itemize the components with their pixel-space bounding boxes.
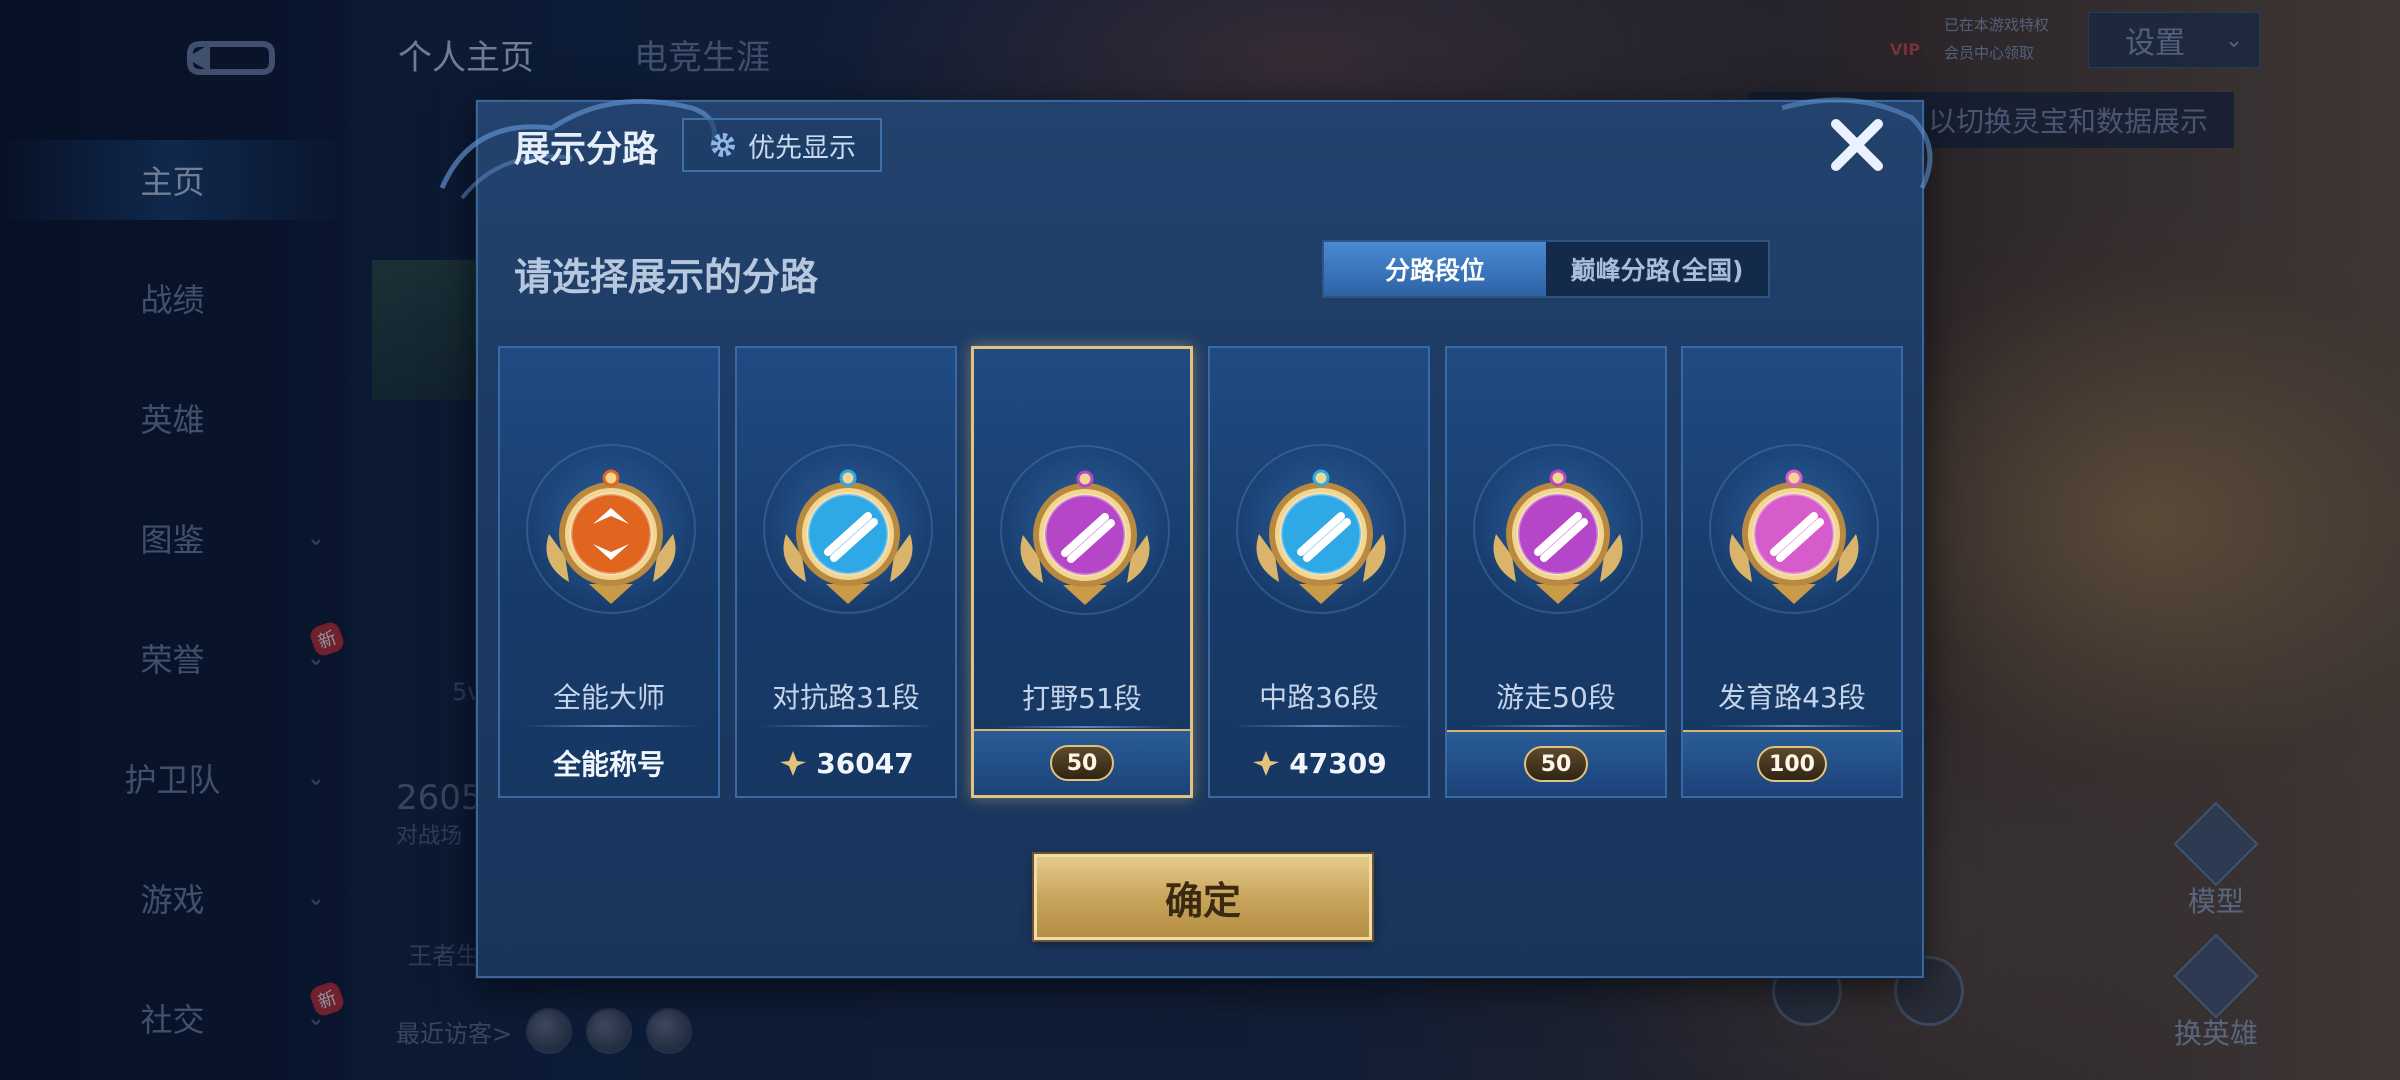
- dialog-subtitle: 请选择展示的分路: [514, 255, 819, 299]
- lane-card-list: 全能大师 全能称号 对抗路31段 36047 打野51段 50 中路36段 47309 游走50…: [498, 346, 1908, 798]
- clash-lane-emblem-icon: [783, 469, 913, 604]
- all-round-master-emblem-icon: [546, 469, 676, 604]
- peak-score-icon: [1253, 751, 1280, 776]
- farm-lane-emblem-icon: [1729, 469, 1859, 604]
- dialog-title: 展示分路: [514, 129, 659, 170]
- lane-card-footer: 47309: [1210, 730, 1428, 796]
- close-icon[interactable]: [1826, 114, 1888, 176]
- divider: [1707, 725, 1881, 727]
- divider: [1234, 725, 1408, 727]
- divider: [524, 725, 698, 727]
- divider: [998, 726, 1172, 728]
- lane-display-dialog: 展示分路 优先显示 请选择展示的分路 分路段位 巅峰分路(全国) 全能大师全能称…: [439, 97, 1933, 978]
- divider: [1471, 725, 1645, 727]
- star-count-badge: 50: [1524, 746, 1588, 782]
- lane-card-name: 对抗路31段: [772, 681, 920, 714]
- peak-score-icon: [780, 751, 807, 776]
- star-count-badge: 50: [1050, 745, 1114, 781]
- tab-lane-rank[interactable]: 分路段位: [1324, 242, 1546, 296]
- lane-card-footer: 全能称号: [500, 730, 718, 796]
- gear-icon: [711, 133, 735, 157]
- lane-card-footer: 100: [1683, 730, 1901, 796]
- lane-card[interactable]: 游走50段 50: [1445, 346, 1667, 798]
- lane-card-footer: 50: [1447, 730, 1665, 796]
- lane-card-name: 打野51段: [1022, 682, 1142, 715]
- peak-score-value: 47309: [1289, 746, 1387, 780]
- lane-card-name: 全能大师: [552, 681, 665, 714]
- roam-emblem-icon: [1493, 469, 1623, 604]
- lane-card-footer: 50: [974, 729, 1190, 795]
- peak-score-value: 36047: [816, 746, 914, 780]
- priority-display-button[interactable]: 优先显示: [682, 118, 882, 172]
- lane-card-name: 发育路43段: [1718, 681, 1866, 714]
- mid-lane-emblem-icon: [1256, 469, 1386, 604]
- tab-peak-lane[interactable]: 巅峰分路(全国): [1546, 242, 1768, 296]
- lane-card[interactable]: 发育路43段 100: [1681, 346, 1903, 798]
- star-count-badge: 100: [1757, 746, 1827, 782]
- lane-card[interactable]: 对抗路31段 36047: [735, 346, 957, 798]
- divider: [761, 725, 935, 727]
- confirm-button[interactable]: 确定: [1034, 854, 1372, 940]
- lane-card-name: 游走50段: [1496, 681, 1616, 714]
- title-text: 全能称号: [552, 748, 665, 781]
- priority-display-label: 优先显示: [748, 132, 856, 164]
- display-mode-toggle: 分路段位 巅峰分路(全国): [1322, 240, 1770, 298]
- lane-card[interactable]: 全能大师 全能称号: [498, 346, 720, 798]
- lane-card-footer: 36047: [737, 730, 955, 796]
- lane-card-name: 中路36段: [1259, 681, 1379, 714]
- jungle-emblem-icon: [1020, 470, 1150, 605]
- lane-card[interactable]: 中路36段 47309: [1208, 346, 1430, 798]
- lane-card[interactable]: 打野51段 50: [971, 346, 1193, 798]
